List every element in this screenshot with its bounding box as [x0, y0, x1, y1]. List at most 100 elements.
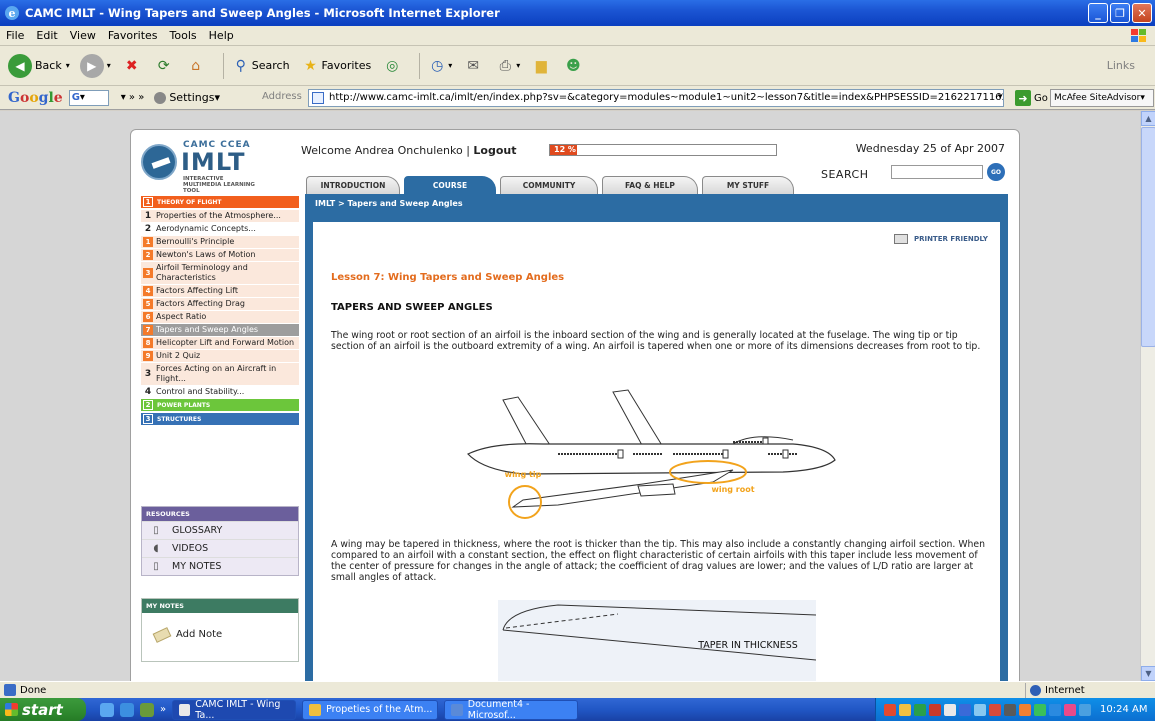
address-dropdown-icon[interactable]: ▾ [998, 92, 1003, 102]
task-document4[interactable]: Document4 - Microsof... [444, 699, 579, 721]
home-button[interactable]: ⌂ [185, 55, 207, 77]
tab-my-stuff[interactable]: MY STUFF [702, 176, 794, 194]
outlook-icon[interactable] [120, 702, 134, 717]
resource-videos[interactable]: ◖ VIDEOS [142, 539, 298, 557]
favorites-button[interactable]: ★ Favorites [300, 55, 371, 77]
wing-tip-label: wing tip [505, 470, 542, 479]
tray-icon[interactable] [959, 703, 971, 716]
media-icon: ◎ [386, 57, 399, 74]
close-button[interactable]: ✕ [1132, 3, 1152, 23]
logout-link[interactable]: Logout [473, 144, 516, 157]
desktop-icon[interactable] [140, 702, 154, 717]
tray-icon[interactable] [899, 703, 911, 716]
tab-faq-help[interactable]: FAQ & HELP [602, 176, 698, 194]
links-label[interactable]: Links [1107, 59, 1135, 72]
mail-button[interactable]: ✉ [462, 55, 484, 77]
tray-icon[interactable] [1034, 703, 1046, 716]
section-theory-of-flight[interactable]: 1 THEORY OF FLIGHT [141, 196, 299, 208]
task-properties[interactable]: Propeties of the Atm... [302, 699, 439, 720]
tray-icon[interactable] [1049, 703, 1061, 716]
tab-course[interactable]: COURSE [404, 176, 496, 194]
printer-friendly-link[interactable]: PRINTER FRIENDLY [893, 234, 988, 244]
tray-icon[interactable] [974, 703, 986, 716]
tray-icon[interactable] [1064, 703, 1076, 716]
nav-item-lesson[interactable]: 3 Airfoil Terminology and Characteristics [141, 262, 299, 284]
resource-my-notes[interactable]: ▯ MY NOTES [142, 557, 298, 575]
maximize-button[interactable]: ❐ [1110, 3, 1130, 23]
section-structures[interactable]: 3 STRUCTURES [141, 413, 299, 425]
menu-edit[interactable]: Edit [36, 29, 57, 42]
resources-title: RESOURCES [142, 507, 298, 521]
messenger-button[interactable]: ☻ [562, 55, 584, 77]
menu-view[interactable]: View [70, 29, 96, 42]
nav-item-lesson[interactable]: 8 Helicopter Lift and Forward Motion [141, 337, 299, 349]
search-go-button[interactable]: GO [987, 163, 1005, 181]
folder-icon: ▆ [535, 57, 547, 74]
nav-item-unit[interactable]: 1 Properties of the Atmosphere... [141, 210, 299, 222]
print-icon: ⎙ [499, 57, 511, 74]
nav-item-lesson[interactable]: 1 Bernoulli's Principle [141, 236, 299, 248]
section-power-plants[interactable]: 2 POWER PLANTS [141, 399, 299, 411]
history-button[interactable]: ◷ ▾ [426, 55, 452, 77]
start-button[interactable]: start [0, 698, 86, 721]
menu-tools[interactable]: Tools [170, 29, 197, 42]
print-button[interactable]: ⎙ ▾ [494, 55, 521, 77]
tab-community[interactable]: COMMUNITY [500, 176, 598, 194]
nav-item-lesson[interactable]: 9 Unit 2 Quiz [141, 350, 299, 362]
go-button[interactable]: ➜ Go [1015, 90, 1048, 106]
stop-button[interactable]: ✖ [121, 55, 143, 77]
tray-icon[interactable] [914, 703, 926, 716]
tray-icon[interactable] [1079, 703, 1091, 716]
scroll-thumb[interactable] [1141, 127, 1155, 347]
imlt-logo[interactable]: CAMC CCEA IMLT INTERACTIVE MULTIMEDIA LE… [141, 138, 281, 194]
add-note-button[interactable]: Add Note [152, 626, 222, 643]
ie-icon[interactable] [100, 702, 114, 717]
resource-glossary[interactable]: ▯ GLOSSARY [142, 521, 298, 539]
address-label: Address [262, 91, 302, 102]
scroll-up-icon[interactable]: ▲ [1141, 111, 1155, 126]
refresh-icon: ⟳ [157, 57, 170, 74]
page-scrollbar[interactable]: ▲ ▼ [1140, 111, 1155, 681]
back-button[interactable]: ◀ Back ▾ [8, 53, 70, 78]
refresh-button[interactable]: ⟳ [153, 55, 175, 77]
site-search-input[interactable] [891, 165, 983, 179]
google-more-icon[interactable]: ▾ » » [121, 92, 145, 103]
tab-introduction[interactable]: INTRODUCTION [306, 176, 400, 194]
menu-file[interactable]: File [6, 29, 24, 42]
address-input[interactable]: http://www.camc-imlt.ca/imlt/en/index.ph… [308, 89, 1004, 107]
search-icon: ⚲ [235, 57, 246, 74]
logo-tagline: INTERACTIVE MULTIMEDIA LEARNING TOOL [183, 176, 255, 194]
tray-icon[interactable] [989, 703, 1001, 716]
tray-icon[interactable] [884, 703, 896, 716]
search-button[interactable]: ⚲ Search [230, 55, 290, 77]
minimize-button[interactable]: _ [1088, 3, 1108, 23]
scroll-down-icon[interactable]: ▼ [1141, 666, 1155, 681]
current-date: Wednesday 25 of Apr 2007 [855, 142, 1005, 155]
messenger-icon: ☻ [565, 57, 581, 74]
nav-item-unit[interactable]: 2 Aerodynamic Concepts... [141, 223, 299, 235]
nav-item-lesson[interactable]: 6 Aspect Ratio [141, 311, 299, 323]
nav-item-lesson[interactable]: 5 Factors Affecting Drag [141, 298, 299, 310]
chevron-down-icon: ▾ [448, 61, 453, 70]
google-search-input[interactable]: G ▾ [68, 89, 109, 106]
menu-favorites[interactable]: Favorites [108, 29, 158, 42]
media-button[interactable]: ◎ [381, 55, 403, 77]
breadcrumb[interactable]: IMLT > Tapers and Sweep Angles [315, 199, 463, 208]
task-camc-imlt[interactable]: CAMC IMLT - Wing Ta... [172, 699, 297, 721]
stop-icon: ✖ [125, 57, 138, 74]
tray-icon[interactable] [929, 703, 941, 716]
tray-icon[interactable] [1004, 703, 1016, 716]
nav-item-lesson-active[interactable]: 7 Tapers and Sweep Angles [141, 324, 299, 336]
tray-icon[interactable] [944, 703, 956, 716]
forward-button[interactable]: ▶ ▾ [79, 53, 111, 78]
mcafee-button[interactable]: McAfee SiteAdvisor ▾ [1050, 89, 1154, 107]
google-settings-button[interactable]: Settings ▾ [154, 91, 220, 104]
quick-launch-more-icon[interactable]: » [160, 704, 166, 715]
folder-button[interactable]: ▆ [530, 55, 552, 77]
nav-item-unit[interactable]: 4 Control and Stability... [141, 386, 299, 398]
nav-item-lesson[interactable]: 4 Factors Affecting Lift [141, 285, 299, 297]
nav-item-unit[interactable]: 3 Forces Acting on an Aircraft in Flight.… [141, 363, 299, 385]
nav-item-lesson[interactable]: 2 Newton's Laws of Motion [141, 249, 299, 261]
tray-icon[interactable] [1019, 703, 1031, 716]
menu-help[interactable]: Help [209, 29, 234, 42]
